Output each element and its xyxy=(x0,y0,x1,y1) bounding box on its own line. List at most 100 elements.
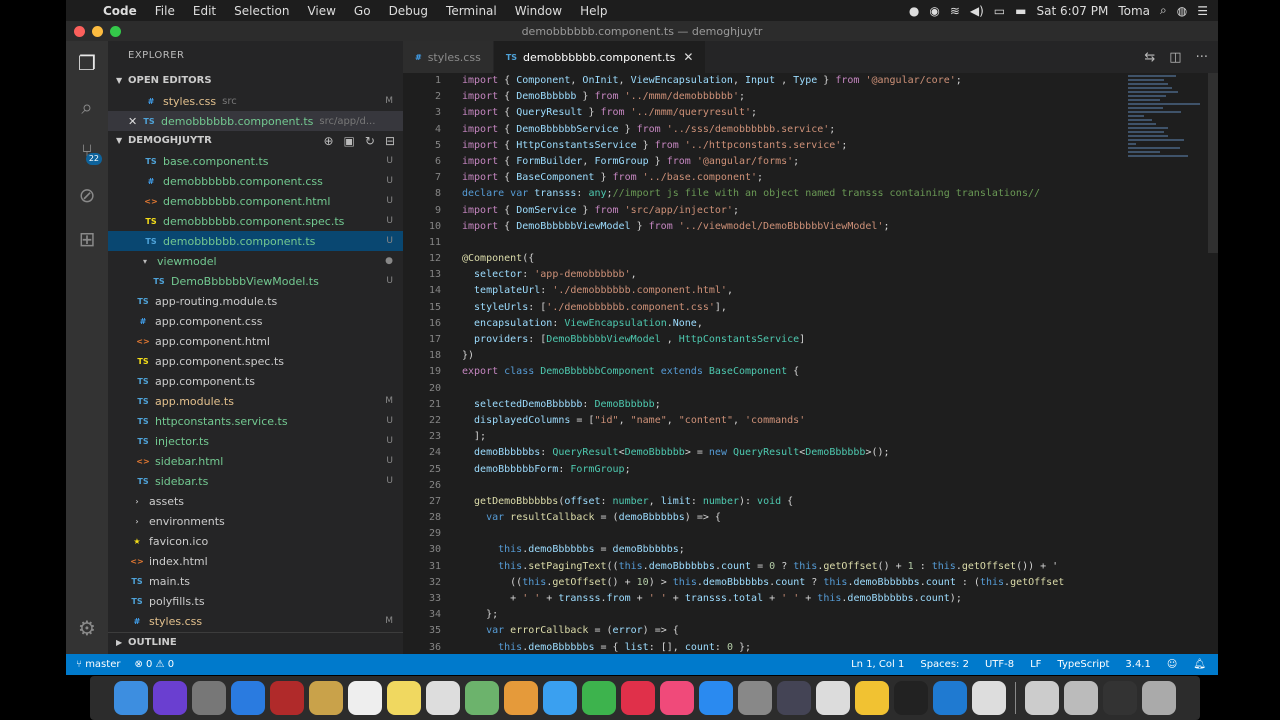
launchpad-icon[interactable] xyxy=(192,681,226,715)
file-tree-item-selected[interactable]: TS demobbbbbb.component.ts U xyxy=(108,231,403,251)
file-tree-item[interactable]: TS app-routing.module.ts xyxy=(108,291,403,311)
file-tree-item[interactable]: <> index.html xyxy=(108,551,403,571)
project-folder-header[interactable]: ▼ DEMOGHJUYTR ⊕ ▣ ↻ ⊟ xyxy=(108,131,403,151)
screen-icon[interactable] xyxy=(1103,681,1137,715)
language-mode[interactable]: TypeScript xyxy=(1057,659,1109,670)
close-tab-icon[interactable]: ✕ xyxy=(683,50,693,64)
menubar-clock[interactable]: Sat 6:07 PM xyxy=(1036,4,1108,18)
open-editor-item[interactable]: # styles.css src M xyxy=(108,91,403,111)
volume-icon[interactable]: ◀) xyxy=(970,4,984,18)
editor-scrollbar[interactable] xyxy=(1208,73,1218,253)
file-tree-item[interactable]: # styles.css M xyxy=(108,611,403,631)
typescript-version[interactable]: 3.4.1 xyxy=(1125,659,1150,670)
maps-icon[interactable] xyxy=(465,681,499,715)
search-icon[interactable]: ⌕ xyxy=(66,85,108,129)
file-tree-item[interactable]: TS DemoBbbbbbViewModel.ts U xyxy=(108,271,403,291)
open-editors-header[interactable]: ▼ OPEN EDITORS xyxy=(108,71,403,91)
file-tree-item[interactable]: TS sidebar.ts U xyxy=(108,471,403,491)
documents-stack-icon[interactable] xyxy=(1064,681,1098,715)
open-editor-item[interactable]: ✕ TS demobbbbbb.component.ts src/app/d..… xyxy=(108,111,403,131)
vscode-icon[interactable] xyxy=(933,681,967,715)
facetime-icon[interactable] xyxy=(582,681,616,715)
terminal-icon[interactable] xyxy=(894,681,928,715)
file-tree-item[interactable]: TS main.ts xyxy=(108,571,403,591)
indentation-status[interactable]: Spaces: 2 xyxy=(920,659,969,670)
git-branch-status[interactable]: ⑂ master xyxy=(76,659,120,670)
chrome-canary-icon[interactable] xyxy=(855,681,889,715)
eol-status[interactable]: LF xyxy=(1030,659,1041,670)
tab-demobbbbbb-component-ts[interactable]: TS demobbbbbb.component.ts ✕ xyxy=(493,41,707,73)
file-tree-item[interactable]: TS httpconstants.service.ts U xyxy=(108,411,403,431)
settings-gear-icon[interactable]: ⚙ xyxy=(66,606,108,650)
photo-booth-icon[interactable] xyxy=(270,681,304,715)
battery-icon[interactable]: ▭ xyxy=(994,4,1005,18)
menu-window[interactable]: Window xyxy=(506,4,571,18)
encoding-status[interactable]: UTF-8 xyxy=(985,659,1014,670)
feedback-smiley-icon[interactable]: ☺ xyxy=(1167,659,1177,670)
menu-view[interactable]: View xyxy=(298,4,344,18)
split-editor-icon[interactable]: ◫ xyxy=(1169,50,1181,65)
messages-icon[interactable] xyxy=(543,681,577,715)
file-tree-item[interactable]: TS app.module.ts M xyxy=(108,391,403,411)
extensions-icon[interactable]: ⊞ xyxy=(66,217,108,261)
refresh-icon[interactable]: ↻ xyxy=(365,131,375,151)
file-tree-item[interactable]: TS injector.ts U xyxy=(108,431,403,451)
outline-section[interactable]: ▶ OUTLINE xyxy=(108,632,403,654)
menu-debug[interactable]: Debug xyxy=(380,4,437,18)
folder-tree-item[interactable]: › environments xyxy=(108,511,403,531)
menu-selection[interactable]: Selection xyxy=(225,4,298,18)
siri-menubar-icon[interactable]: ◍ xyxy=(1177,4,1187,18)
file-tree-item[interactable]: <> demobbbbbb.component.html U xyxy=(108,191,403,211)
siri-icon[interactable] xyxy=(153,681,187,715)
finder-icon[interactable] xyxy=(114,681,148,715)
app-store-icon[interactable] xyxy=(699,681,733,715)
chrome-icon[interactable] xyxy=(816,681,850,715)
menu-go[interactable]: Go xyxy=(345,4,380,18)
stickies-icon[interactable] xyxy=(387,681,421,715)
close-icon[interactable]: ✕ xyxy=(128,115,142,128)
record-icon[interactable]: ● xyxy=(909,4,919,18)
file-tree-item[interactable]: TS demobbbbbb.component.spec.ts U xyxy=(108,211,403,231)
open-changes-icon[interactable]: ⇆ xyxy=(1144,50,1155,65)
file-tree-item[interactable]: ★ favicon.ico xyxy=(108,531,403,551)
spotlight-search-icon[interactable]: ⌕ xyxy=(1160,3,1167,18)
file-tree-item[interactable]: <> app.component.html xyxy=(108,331,403,351)
collapse-all-icon[interactable]: ⊟ xyxy=(385,131,395,151)
menubar-user[interactable]: Toma xyxy=(1118,4,1150,18)
file-tree-item[interactable]: TS polyfills.ts xyxy=(108,591,403,611)
safari-icon[interactable] xyxy=(231,681,265,715)
menu-code[interactable]: Code xyxy=(94,4,146,18)
calendar-icon[interactable] xyxy=(348,681,382,715)
menu-file[interactable]: File xyxy=(146,4,184,18)
photos-icon[interactable] xyxy=(504,681,538,715)
notification-center-icon[interactable]: ☰ xyxy=(1197,4,1208,18)
stuffit-icon[interactable] xyxy=(972,681,1006,715)
folder-tree-item[interactable]: › assets xyxy=(108,491,403,511)
code-lines[interactable]: import { Component, OnInit, ViewEncapsul… xyxy=(462,73,1128,654)
trash-icon[interactable] xyxy=(1142,681,1176,715)
outline-header[interactable]: ▶ OUTLINE xyxy=(108,633,403,653)
tab-styles-css[interactable]: # styles.css xyxy=(403,41,494,73)
debug-icon[interactable]: ⊘ xyxy=(66,173,108,217)
folder-tree-item[interactable]: ▾ viewmodel ● xyxy=(108,251,403,271)
menu-help[interactable]: Help xyxy=(571,4,616,18)
explorer-icon[interactable]: ❐ xyxy=(66,41,108,85)
file-tree-item[interactable]: TS app.component.spec.ts xyxy=(108,351,403,371)
code-editor[interactable]: 1 2 3 4 5 6 7 8 9 10 11 12 13 14 15 16 17 18 19 20 21 22 23 24 2… xyxy=(403,73,1218,654)
minimap[interactable] xyxy=(1128,73,1208,243)
flag-icon[interactable]: ▬ xyxy=(1015,4,1026,18)
wifi-icon[interactable]: ≋ xyxy=(950,4,960,18)
file-tree-item[interactable]: TS app.component.ts xyxy=(108,371,403,391)
file-tree-item[interactable]: TS base.component.ts U xyxy=(108,151,403,171)
notifications-bell-icon[interactable]: 🔔︎ xyxy=(1193,659,1206,670)
more-actions-icon[interactable]: ··· xyxy=(1196,50,1208,65)
menu-terminal[interactable]: Terminal xyxy=(437,4,506,18)
source-control-icon[interactable]: ⑂ 22 xyxy=(66,129,108,173)
xcode-icon[interactable] xyxy=(777,681,811,715)
menu-edit[interactable]: Edit xyxy=(184,4,225,18)
file-tree-item[interactable]: # demobbbbbb.component.css U xyxy=(108,171,403,191)
file-tree-item[interactable]: <> sidebar.html U xyxy=(108,451,403,471)
problems-status[interactable]: ⊗ 0 ⚠ 0 xyxy=(134,659,174,670)
notes-icon[interactable] xyxy=(309,681,343,715)
cursor-position[interactable]: Ln 1, Col 1 xyxy=(851,659,904,670)
